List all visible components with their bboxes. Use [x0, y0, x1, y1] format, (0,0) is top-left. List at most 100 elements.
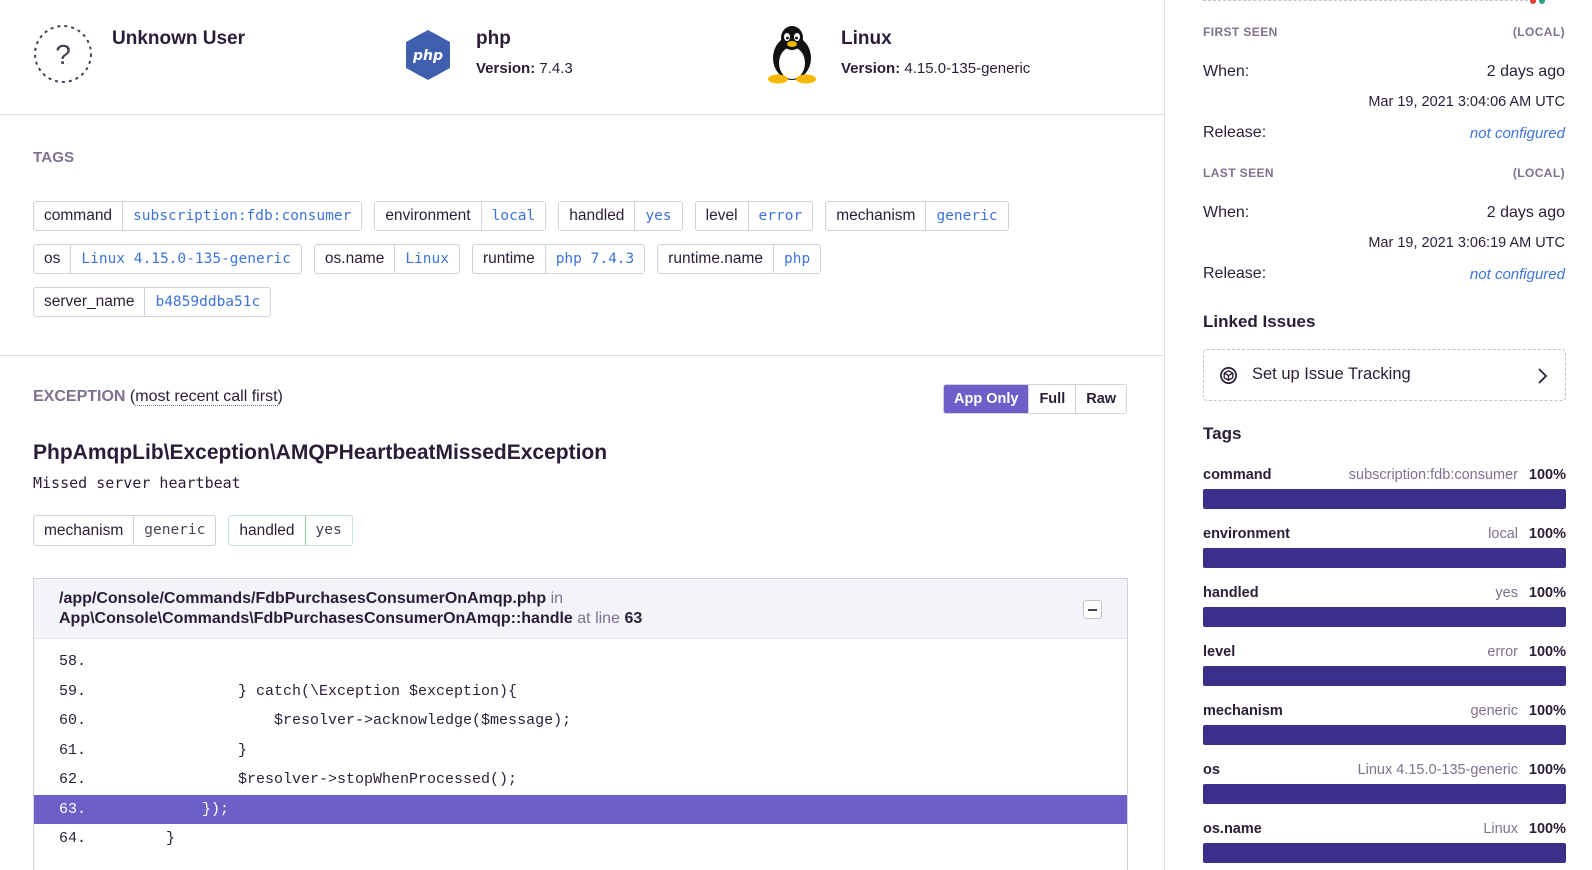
first-seen-tz: (LOCAL) [1512, 25, 1565, 39]
handled-key: handled [229, 516, 306, 545]
stack-frame-header[interactable]: /app/Console/Commands/FdbPurchasesConsum… [34, 579, 1127, 639]
tag-distribution[interactable]: os Linux 4.15.0-135-generic 100% [1203, 762, 1566, 816]
tag-distribution-fill [1203, 489, 1566, 509]
last-seen-when[interactable]: 2 days ago [1487, 204, 1565, 222]
tag-row: os Linux 4.15.0-135-generic os.name Linux … [33, 244, 822, 274]
tag-pill[interactable]: os Linux 4.15.0-135-generic [33, 244, 302, 274]
tag-distribution[interactable]: command subscription:fdb:consumer 100% [1203, 467, 1566, 521]
tag-distribution-bar [1203, 843, 1566, 863]
raw-button[interactable]: Raw [1076, 385, 1127, 413]
tag-pill[interactable]: server_name b4859ddba51c [33, 287, 272, 317]
last-seen-timestamp: Mar 19, 2021 3:06:19 AM UTC [1368, 235, 1565, 251]
code-line: 60. $resolver->acknowledge($message); [34, 706, 1127, 736]
tag-distribution[interactable]: level error 100% [1203, 644, 1566, 698]
tag-distribution-key: handled [1203, 585, 1259, 601]
exception-paren-close: ) [277, 388, 283, 405]
exception-label: EXCEPTION [33, 388, 126, 405]
mechanism-tag: mechanism generic [33, 515, 217, 546]
collapse-frame-button[interactable] [1083, 600, 1102, 619]
tag-distribution-percent: 100% [1528, 467, 1566, 483]
first-seen-timestamp: Mar 19, 2021 3:04:06 AM UTC [1368, 94, 1565, 110]
tag-distribution-value: local [1488, 526, 1518, 542]
frame-function-line: App\Console\Commands\FdbPurchasesConsume… [59, 610, 642, 628]
app-only-button[interactable]: App Only [944, 385, 1030, 413]
tag-distribution-key: os.name [1203, 821, 1262, 837]
tag-distribution-bar [1203, 548, 1566, 568]
last-seen-release[interactable]: not configured [1470, 266, 1565, 283]
first-seen-label: FIRST SEEN [1203, 25, 1278, 39]
first-seen-release-label: Release: [1203, 124, 1267, 141]
tag-distribution-fill [1203, 725, 1566, 745]
tag-distribution-bar [1203, 784, 1566, 804]
code-line: 64. } [34, 824, 1127, 854]
context-os-version: Version: 4.15.0-135-generic [841, 60, 1031, 77]
tag-value[interactable]: Linux 4.15.0-135-generic [71, 245, 301, 273]
tags-title: Tags [1203, 424, 1242, 443]
tag-distribution-value: Linux [1483, 821, 1518, 837]
tag-key: environment [375, 202, 482, 230]
tag-distribution-bar [1203, 666, 1566, 686]
tag-key: os.name [315, 245, 396, 273]
code-line: 58. [34, 647, 1127, 677]
tag-key: os [34, 245, 72, 273]
frame-line-number: 63 [624, 610, 643, 627]
stacktrace-view-toggle: App Only Full Raw [943, 384, 1128, 414]
tag-distribution[interactable]: os.name Linux 100% [1203, 821, 1566, 870]
tag-distribution-value: error [1487, 644, 1518, 660]
first-seen-release[interactable]: not configured [1470, 125, 1565, 142]
tag-value[interactable]: subscription:fdb:consumer [123, 202, 361, 230]
tag-pill[interactable]: command subscription:fdb:consumer [33, 201, 363, 231]
tag-distribution-value: Linux 4.15.0-135-generic [1357, 762, 1518, 778]
exception-paren-open: ( [125, 388, 136, 405]
tag-distribution-value: subscription:fdb:consumer [1348, 467, 1518, 483]
tag-distribution-bar [1203, 607, 1566, 627]
line-code: $resolver->stopWhenProcessed(); [130, 771, 518, 788]
tux-icon [768, 26, 816, 84]
code-line: 61. } [34, 736, 1127, 766]
tag-distribution[interactable]: environment local 100% [1203, 526, 1566, 580]
frame-file-line: /app/Console/Commands/FdbPurchasesConsum… [59, 590, 563, 608]
tag-value[interactable]: local [482, 202, 546, 230]
context-os-title: Linux [841, 28, 892, 49]
tag-pill[interactable]: environment local [374, 201, 547, 231]
tag-value[interactable]: php [774, 245, 820, 273]
full-button[interactable]: Full [1029, 385, 1077, 413]
tag-distribution-bar [1203, 725, 1566, 745]
tag-pill[interactable]: runtime.name php [657, 244, 822, 274]
svg-text:php: php [412, 48, 443, 64]
tag-distribution-key: environment [1203, 526, 1291, 542]
exception-section: EXCEPTION (most recent call first) App O… [0, 356, 1164, 870]
setup-issue-tracking-button[interactable]: Set up Issue Tracking [1203, 349, 1566, 401]
tag-value[interactable]: Linux [395, 245, 459, 273]
tag-distribution[interactable]: mechanism generic 100% [1203, 703, 1566, 757]
line-code: $resolver->acknowledge($message); [130, 712, 572, 729]
tag-pill[interactable]: level error [694, 201, 814, 231]
tag-key: level [696, 202, 749, 230]
tag-pill[interactable]: runtime php 7.4.3 [472, 244, 646, 274]
last-seen-release-label: Release: [1203, 265, 1267, 282]
line-number: 61. [59, 741, 87, 759]
handled-tag: handled yes [228, 515, 353, 546]
exception-type: PhpAmqpLib\Exception\AMQPHeartbeatMissed… [33, 441, 608, 464]
tag-value[interactable]: yes [635, 202, 681, 230]
tag-pill[interactable]: os.name Linux [313, 244, 460, 274]
first-seen-when[interactable]: 2 days ago [1487, 63, 1565, 81]
frame-at-line-label: at line [577, 610, 620, 627]
tag-distribution[interactable]: handled yes 100% [1203, 585, 1566, 639]
exception-order-hint[interactable]: most recent call first [135, 388, 278, 406]
last-seen-tz: (LOCAL) [1512, 166, 1565, 180]
tag-pill[interactable]: handled yes [558, 201, 683, 231]
tag-distribution-percent: 100% [1528, 703, 1566, 719]
tag-pill[interactable]: mechanism generic [825, 201, 1009, 231]
svg-text:?: ? [55, 39, 71, 70]
code-line: 59. } catch(\Exception $exception){ [34, 677, 1127, 707]
tag-key: handled [559, 202, 636, 230]
tag-distribution-fill [1203, 784, 1566, 804]
tag-distribution-bar [1203, 489, 1566, 509]
tag-value[interactable]: error [749, 202, 813, 230]
tag-value[interactable]: php 7.4.3 [546, 245, 645, 273]
stack-frame: /app/Console/Commands/FdbPurchasesConsum… [33, 578, 1128, 870]
tag-value[interactable]: b4859ddba51c [145, 288, 270, 316]
tag-value[interactable]: generic [926, 202, 1007, 230]
tag-distribution-key: command [1203, 467, 1272, 483]
